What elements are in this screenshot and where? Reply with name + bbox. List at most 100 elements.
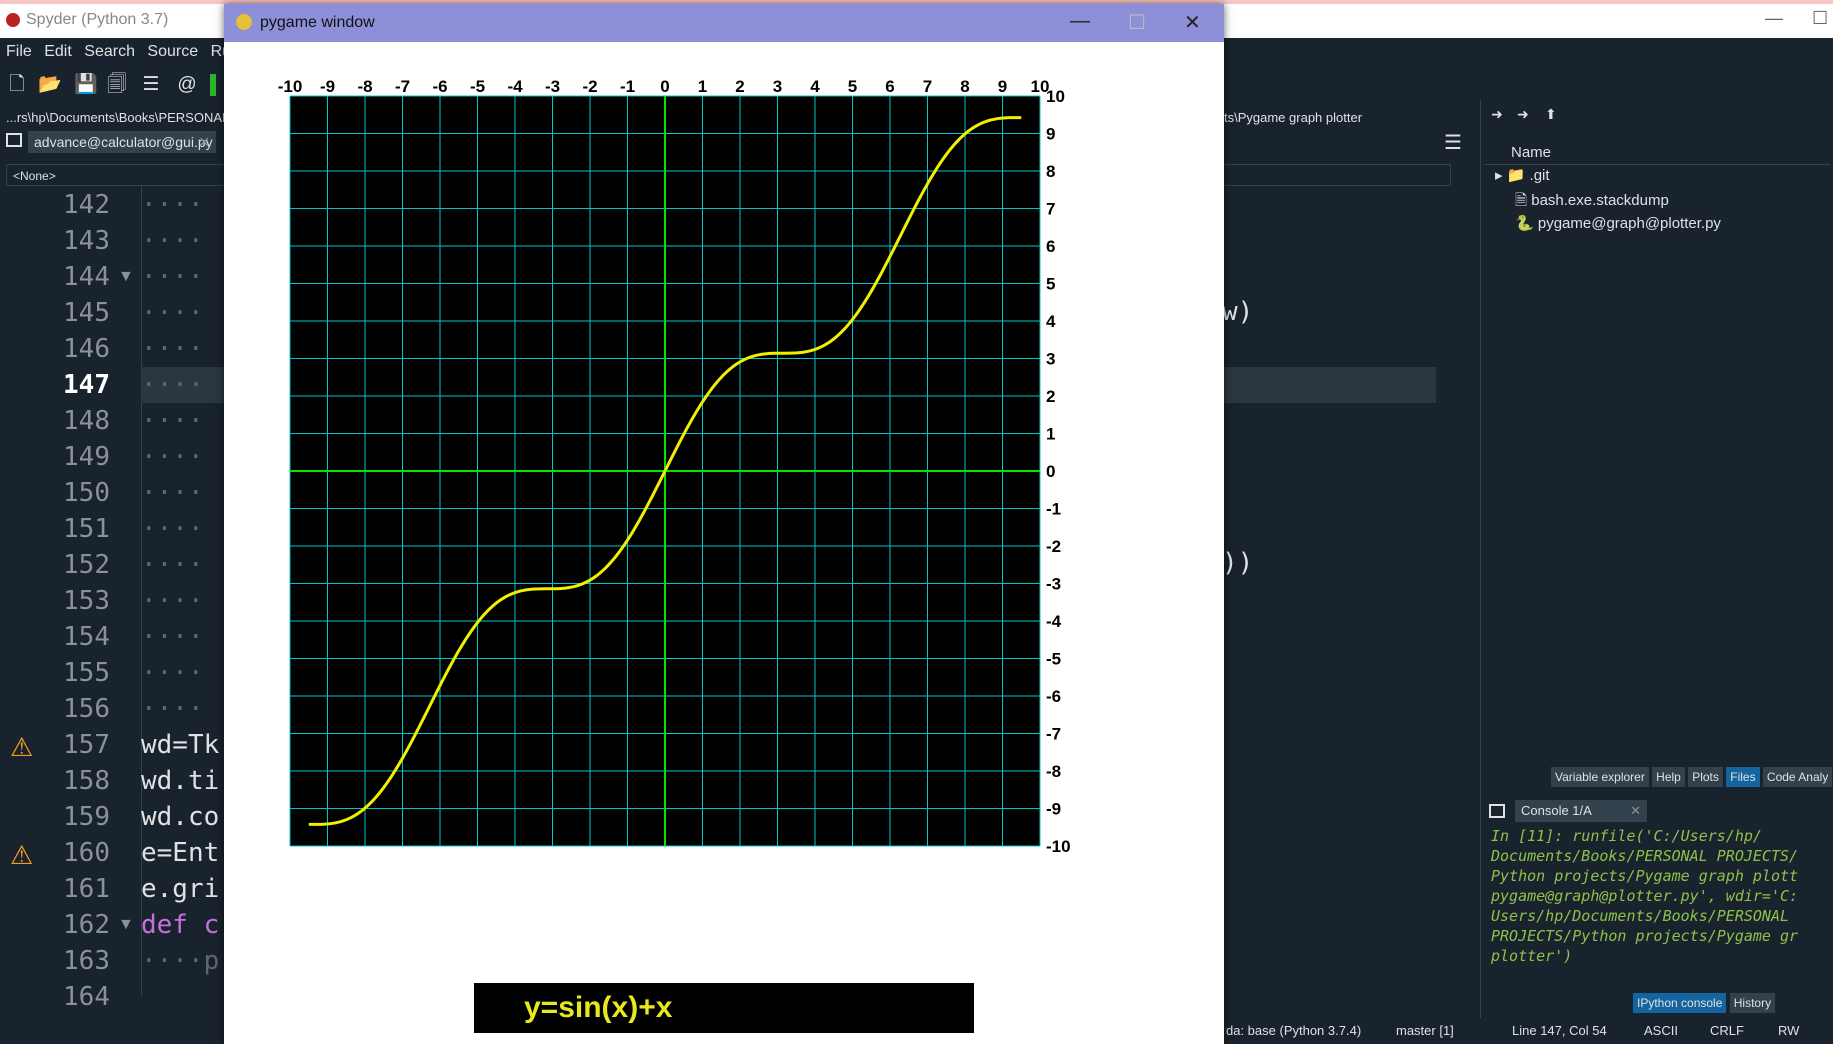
fold-arrow-icon[interactable]: ▼ (118, 268, 134, 286)
graph-canvas: -10 -9 -8 -7 -6 -5 -4 -3 -2 -1 0 1 2 3 4 5 6 7 8 9 101098765… (278, 77, 1071, 856)
menu-file[interactable]: File (6, 43, 32, 60)
tab-browse-icon[interactable] (6, 133, 22, 147)
code-line[interactable]: ····p (141, 946, 219, 976)
working-directory-path[interactable]: ...rs\hp\Documents\Books\PERSONAL (6, 110, 229, 125)
line-number: 142 (63, 190, 110, 220)
file-item[interactable]: ▸ 📁 .git (1495, 166, 1550, 184)
save-all-icon[interactable]: 🗐 (106, 74, 128, 96)
file-item[interactable]: 🐍 pygame@graph@plotter.py (1515, 214, 1721, 232)
code-line[interactable]: ···· (141, 514, 204, 544)
working-directory-path-right[interactable]: ts\Pygame graph plotter (1224, 110, 1362, 125)
status-bar: da: base (Python 3.7.4) master [1] Line … (1220, 1018, 1833, 1044)
fold-arrow-icon[interactable]: ▼ (118, 916, 134, 934)
console-line: plotter') (1491, 947, 1573, 965)
status-cursor: Line 147, Col 54 (1512, 1023, 1607, 1038)
new-file-icon[interactable]: 🗋 (6, 74, 28, 96)
code-line[interactable]: ···· (141, 406, 204, 436)
code-line[interactable]: ···· (141, 370, 204, 400)
tab-plots[interactable]: Plots (1688, 767, 1723, 787)
forward-icon[interactable]: ➜ (1517, 106, 1529, 123)
list-icon[interactable]: ☰ (140, 74, 162, 96)
code-line[interactable]: wd.ti (141, 766, 219, 796)
code-line[interactable]: ···· (141, 298, 204, 328)
minimize-icon[interactable]: — (1765, 8, 1783, 29)
y-tick-label: -9 (1046, 800, 1061, 819)
code-line[interactable]: ···· (141, 586, 204, 616)
code-line[interactable]: e=Ent (141, 838, 219, 868)
console-tab[interactable]: Console 1/A ✕ (1515, 800, 1647, 822)
code-line[interactable]: ···· (141, 550, 204, 580)
close-icon[interactable]: ✕ (1184, 10, 1201, 35)
code-line[interactable]: wd.co (141, 802, 219, 832)
file-item-label: .git (1529, 167, 1550, 184)
x-tick-label: 9 (998, 77, 1007, 96)
code-line[interactable]: ···· (141, 226, 204, 256)
console-browse-icon[interactable] (1489, 804, 1505, 818)
close-console-icon[interactable]: ✕ (1630, 800, 1641, 822)
line-number: 145 (63, 298, 110, 328)
maximize-icon[interactable]: ☐ (1128, 10, 1146, 35)
y-tick-label: 10 (1046, 87, 1065, 106)
line-number: 154 (63, 622, 110, 652)
y-tick-label: 2 (1046, 387, 1055, 406)
y-tick-label: -10 (1046, 837, 1071, 856)
pygame-window: pygame window — ☐ ✕ -10 -9 -8 -7 -6 -5 -4 -3 -2-… (224, 4, 1224, 1044)
options-menu-icon[interactable]: ☰ (1444, 130, 1462, 155)
code-fragment-right: )) (1222, 548, 1254, 578)
line-number: 161 (63, 874, 110, 904)
up-icon[interactable]: ⬆ (1545, 106, 1557, 123)
menu-source[interactable]: Source (147, 43, 198, 60)
at-icon[interactable]: @ (176, 74, 198, 96)
editor-tab[interactable]: advance@calculator@gui.py ✕ (28, 131, 216, 153)
tab-history[interactable]: History (1729, 993, 1776, 1013)
code-line[interactable]: ···· (141, 478, 204, 508)
close-tab-icon[interactable]: ✕ (198, 131, 210, 153)
run-icon[interactable] (210, 74, 216, 96)
code-line[interactable]: ···· (141, 622, 204, 652)
code-line[interactable]: ···· (141, 190, 204, 220)
line-number: 160 (63, 838, 110, 868)
open-folder-icon[interactable]: 📂 (38, 74, 62, 96)
y-tick-label: -8 (1046, 762, 1061, 781)
file-item[interactable]: 🗎 bash.exe.stackdump (1515, 190, 1669, 215)
x-tick-label: -3 (545, 77, 560, 96)
y-tick-label: 1 (1046, 425, 1055, 444)
code-line[interactable]: ···· (141, 442, 204, 472)
tab-ipython-console[interactable]: IPython console (1633, 993, 1727, 1013)
code-line[interactable]: def c (141, 910, 219, 940)
x-tick-label: 4 (810, 77, 820, 96)
files-header-name[interactable]: Name (1511, 144, 1551, 161)
line-number: 163 (63, 946, 110, 976)
console-output[interactable]: In [11]: runfile('C:/Users/hp/Documents/… (1491, 826, 1798, 966)
code-line[interactable]: ···· (141, 334, 204, 364)
line-number: 155 (63, 658, 110, 688)
x-tick-label: -2 (582, 77, 597, 96)
warning-icon[interactable]: ⚠ (10, 732, 33, 763)
tab-files[interactable]: Files (1726, 767, 1760, 787)
save-icon[interactable]: 💾 (74, 74, 98, 96)
status-git: master [1] (1396, 1023, 1454, 1038)
status-encoding: ASCII (1644, 1023, 1678, 1038)
menu-search[interactable]: Search (84, 43, 135, 60)
status-eol: CRLF (1710, 1023, 1744, 1038)
pane-tabs: Variable explorer Help Plots Files Code … (1551, 767, 1833, 787)
code-line[interactable]: wd=Tk (141, 730, 219, 760)
minimize-icon[interactable]: — (1070, 10, 1090, 33)
x-tick-label: 8 (960, 77, 969, 96)
console-tab-label: Console 1/A (1521, 803, 1592, 818)
warning-icon[interactable]: ⚠ (10, 840, 33, 871)
code-line[interactable]: ···· (141, 694, 204, 724)
pygame-titlebar[interactable]: pygame window — ☐ ✕ (224, 4, 1224, 42)
maximize-icon[interactable]: ☐ (1812, 8, 1828, 29)
x-tick-label: 5 (848, 77, 857, 96)
code-line[interactable]: ···· (141, 658, 204, 688)
console-line: pygame@graph@plotter.py', wdir='C: (1491, 887, 1799, 905)
tab-variable-explorer[interactable]: Variable explorer (1551, 767, 1649, 787)
menu-edit[interactable]: Edit (44, 43, 72, 60)
back-icon[interactable]: ➜ (1491, 106, 1503, 123)
code-line[interactable]: e.gri (141, 874, 219, 904)
tab-help[interactable]: Help (1652, 767, 1685, 787)
code-line[interactable]: ···· (141, 262, 204, 292)
tab-code-analysis[interactable]: Code Analy (1762, 767, 1833, 787)
line-number: 146 (63, 334, 110, 364)
